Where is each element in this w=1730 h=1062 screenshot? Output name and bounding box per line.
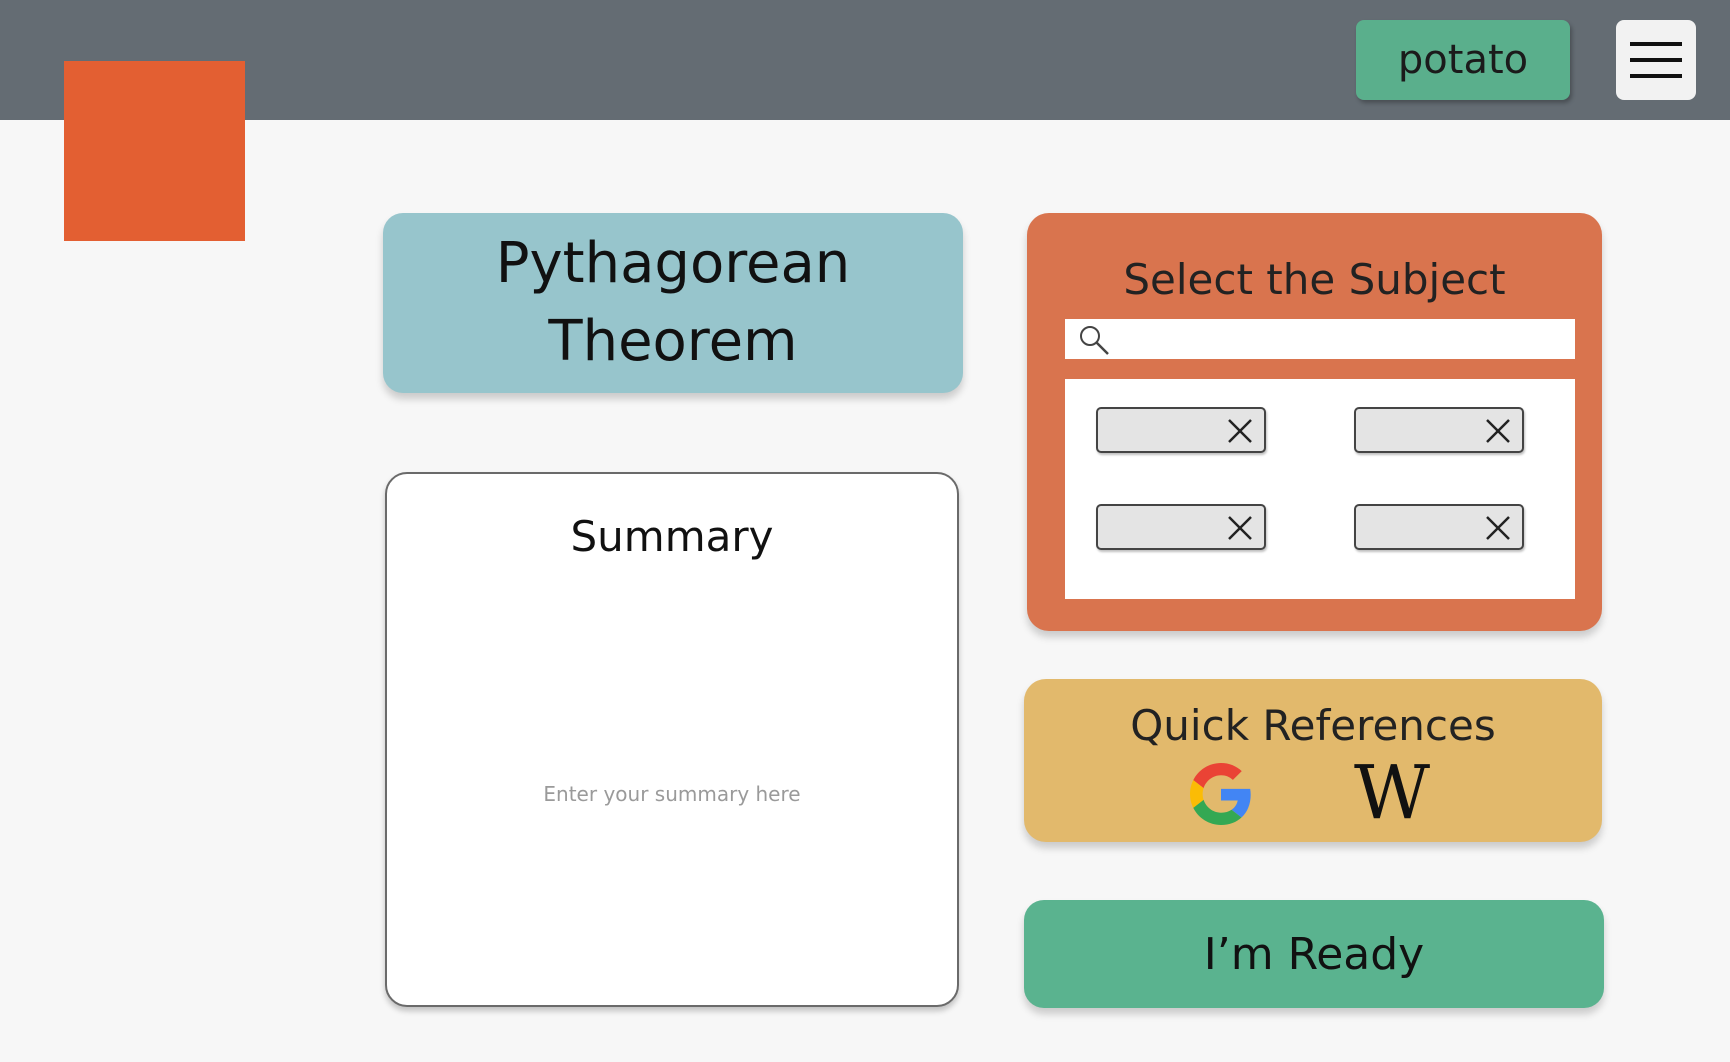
subject-tag[interactable]	[1096, 504, 1266, 550]
subject-tag[interactable]	[1354, 504, 1524, 550]
im-ready-button[interactable]: I’m Ready	[1024, 900, 1604, 1008]
logo[interactable]	[64, 61, 245, 241]
summary-title: Summary	[570, 512, 774, 561]
quick-references-panel: Quick References W	[1024, 679, 1602, 842]
close-icon[interactable]	[1226, 417, 1254, 445]
subject-search-input[interactable]	[1115, 323, 1569, 357]
subject-panel-title: Select the Subject	[1123, 255, 1506, 304]
quick-references-title: Quick References	[1130, 701, 1496, 750]
summary-card: Summary	[385, 472, 959, 1007]
summary-input[interactable]	[407, 634, 937, 974]
google-icon[interactable]	[1190, 763, 1252, 825]
subject-tag[interactable]	[1096, 407, 1266, 453]
subject-tag[interactable]	[1354, 407, 1524, 453]
subject-search-bar[interactable]	[1065, 319, 1575, 359]
user-button[interactable]: potato	[1356, 20, 1570, 100]
wikipedia-icon[interactable]: W	[1342, 756, 1442, 830]
subject-panel: Select the Subject	[1027, 213, 1602, 631]
hamburger-menu-button[interactable]	[1616, 20, 1696, 100]
close-icon[interactable]	[1484, 417, 1512, 445]
subject-tags-box	[1065, 379, 1575, 599]
topic-title-card: Pythagorean Theorem	[383, 213, 963, 393]
hamburger-menu-icon	[1630, 42, 1682, 78]
search-icon	[1080, 326, 1109, 355]
close-icon[interactable]	[1226, 514, 1254, 542]
close-icon[interactable]	[1484, 514, 1512, 542]
